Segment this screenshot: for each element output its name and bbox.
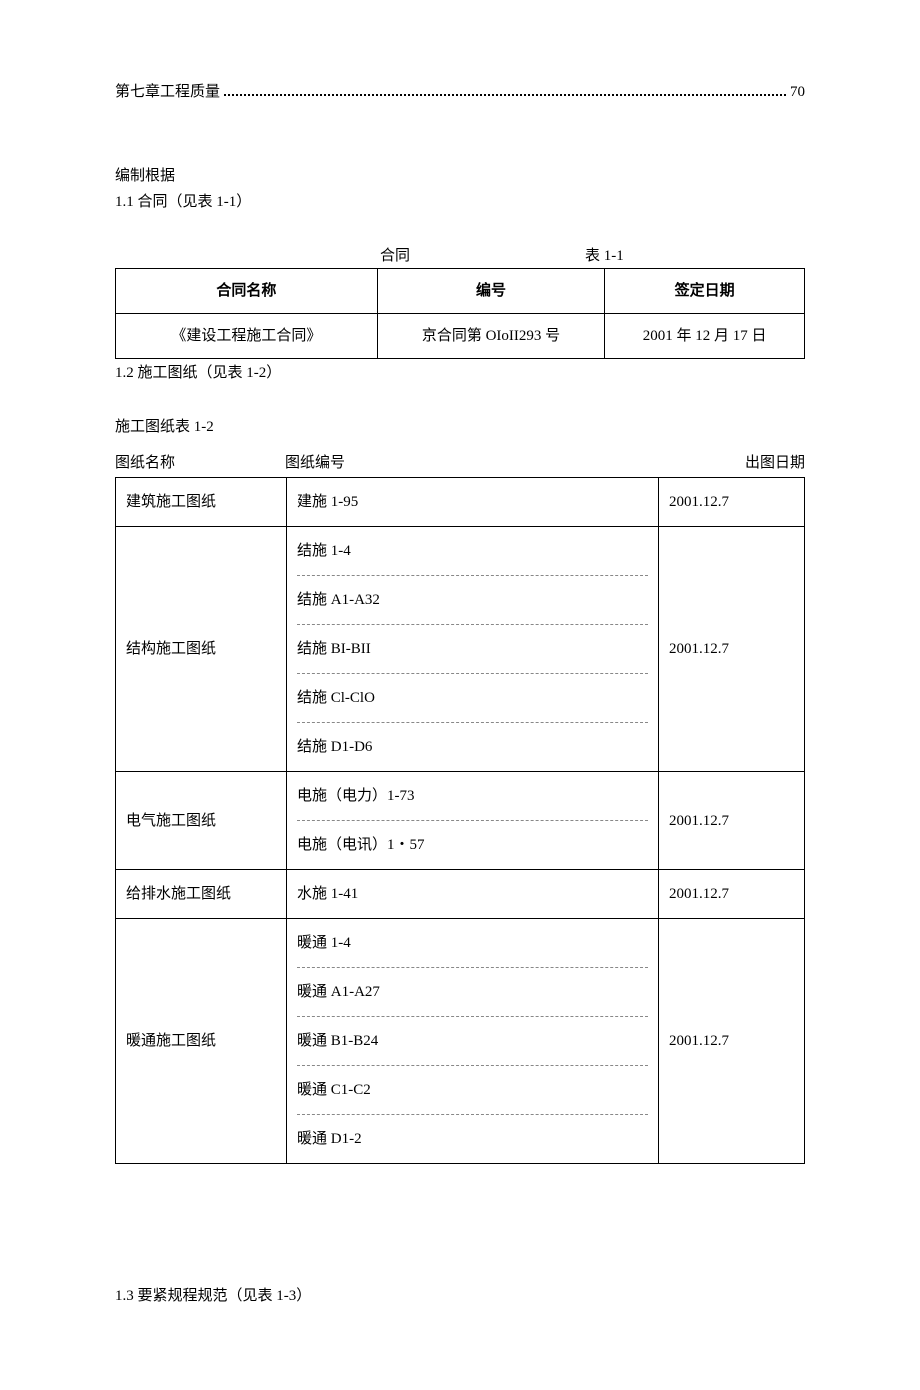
- td-number: 京合同第 OIoII293 号: [377, 314, 604, 359]
- table2-header-row: 图纸名称 图纸编号 出图日期: [115, 451, 805, 475]
- section-1-1: 1.1 合同（见表 1-1）: [115, 190, 805, 214]
- drawing-number-item: 结施 BI-BII: [297, 625, 648, 674]
- toc-title: 第七章工程质量: [115, 80, 220, 104]
- table-row: 给排水施工图纸水施 1-412001.12.7: [116, 870, 805, 919]
- toc-dots: [224, 81, 786, 97]
- table2-caption: 施工图纸表 1-2: [115, 415, 805, 439]
- td-date: 2001 年 12 月 17 日: [605, 314, 805, 359]
- toc-page: 70: [790, 80, 805, 104]
- drawing-number-item: 暖通 A1-A27: [297, 968, 648, 1017]
- td-drawing-numbers: 暖通 1-4暖通 A1-A27暖通 B1-B24暖通 C1-C2暖通 D1-2: [287, 919, 659, 1164]
- td-drawing-date: 2001.12.7: [659, 478, 805, 527]
- td-drawing-name: 结构施工图纸: [116, 527, 287, 772]
- drawing-number-item: 暖通 B1-B24: [297, 1017, 648, 1066]
- table-row: 结构施工图纸结施 1-4结施 A1-A32结施 BI-BII结施 Cl-ClO结…: [116, 527, 805, 772]
- td-drawing-name: 给排水施工图纸: [116, 870, 287, 919]
- table1-caption-left: 合同: [115, 244, 505, 268]
- td-name: 《建设工程施工合同》: [116, 314, 378, 359]
- contract-table: 合同名称 编号 签定日期 《建设工程施工合同》 京合同第 OIoII293 号 …: [115, 268, 805, 359]
- th-number: 编号: [377, 269, 604, 314]
- th2-name: 图纸名称: [115, 451, 265, 475]
- th2-number: 图纸编号: [265, 451, 635, 475]
- td-drawing-name: 暖通施工图纸: [116, 919, 287, 1164]
- th-name: 合同名称: [116, 269, 378, 314]
- td-drawing-date: 2001.12.7: [659, 772, 805, 870]
- table1-caption: 合同 表 1-1: [115, 244, 805, 268]
- th2-date: 出图日期: [635, 451, 805, 475]
- td-drawing-name: 建筑施工图纸: [116, 478, 287, 527]
- drawing-number-item: 暖通 1-4: [297, 919, 648, 968]
- th-date: 签定日期: [605, 269, 805, 314]
- drawings-table: 建筑施工图纸建施 1-952001.12.7结构施工图纸结施 1-4结施 A1-…: [115, 477, 805, 1164]
- table-row: 电气施工图纸电施（电力）1-73电施（电讯）1・572001.12.7: [116, 772, 805, 870]
- drawing-number-item: 结施 D1-D6: [297, 723, 648, 771]
- td-drawing-name: 电气施工图纸: [116, 772, 287, 870]
- td-drawing-numbers: 电施（电力）1-73电施（电讯）1・57: [287, 772, 659, 870]
- section-1-3: 1.3 要紧规程规范（见表 1-3）: [115, 1284, 805, 1308]
- td-drawing-date: 2001.12.7: [659, 870, 805, 919]
- drawing-number-item: 结施 Cl-ClO: [297, 674, 648, 723]
- td-drawing-numbers: 建施 1-95: [287, 478, 659, 527]
- drawing-number-item: 暖通 D1-2: [297, 1115, 648, 1163]
- toc-entry: 第七章工程质量 70: [115, 80, 805, 104]
- td-drawing-date: 2001.12.7: [659, 527, 805, 772]
- table-row: 建筑施工图纸建施 1-952001.12.7: [116, 478, 805, 527]
- table-header-row: 合同名称 编号 签定日期: [116, 269, 805, 314]
- td-drawing-numbers: 结施 1-4结施 A1-A32结施 BI-BII结施 Cl-ClO结施 D1-D…: [287, 527, 659, 772]
- drawing-number-item: 暖通 C1-C2: [297, 1066, 648, 1115]
- section-1-2: 1.2 施工图纸（见表 1-2）: [115, 361, 805, 385]
- drawing-number-item: 结施 A1-A32: [297, 576, 648, 625]
- table-row: 《建设工程施工合同》 京合同第 OIoII293 号 2001 年 12 月 1…: [116, 314, 805, 359]
- table1-caption-right: 表 1-1: [505, 244, 805, 268]
- section-basis-heading: 编制根据: [115, 164, 805, 188]
- table-row: 暖通施工图纸暖通 1-4暖通 A1-A27暖通 B1-B24暖通 C1-C2暖通…: [116, 919, 805, 1164]
- drawing-number-item: 电施（电讯）1・57: [297, 821, 648, 869]
- td-drawing-numbers: 水施 1-41: [287, 870, 659, 919]
- drawing-number-item: 结施 1-4: [297, 527, 648, 576]
- td-drawing-date: 2001.12.7: [659, 919, 805, 1164]
- drawing-number-item: 电施（电力）1-73: [297, 772, 648, 821]
